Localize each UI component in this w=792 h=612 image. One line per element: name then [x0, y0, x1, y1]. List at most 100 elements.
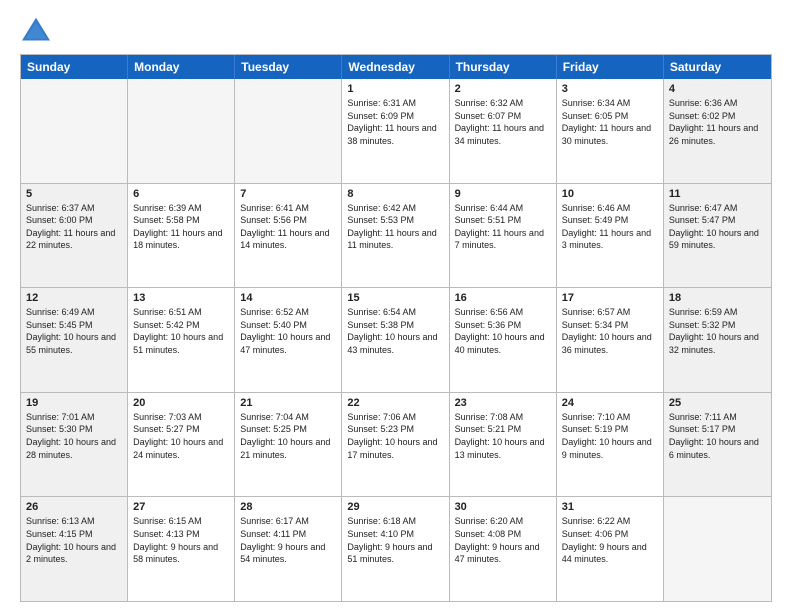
- day-number: 22: [347, 397, 443, 409]
- calendar-cell: 23 Sunrise: 7:08 AMSunset: 5:21 PMDayligh…: [450, 393, 557, 497]
- cell-info: Sunrise: 6:44 AMSunset: 5:51 PMDaylight:…: [455, 202, 551, 252]
- day-number: 18: [669, 292, 766, 304]
- cell-info: Sunrise: 6:13 AMSunset: 4:15 PMDaylight:…: [26, 515, 122, 565]
- calendar-cell: 13 Sunrise: 6:51 AMSunset: 5:42 PMDayligh…: [128, 288, 235, 392]
- day-header-wednesday: Wednesday: [342, 55, 449, 79]
- day-number: 3: [562, 83, 658, 95]
- calendar-cell: 16Sunrise: 6:56 AMSunset: 5:36 PMDayligh…: [450, 288, 557, 392]
- calendar-cell: 14Sunrise: 6:52 AMSunset: 5:40 PMDayligh…: [235, 288, 342, 392]
- day-number: 4: [669, 83, 766, 95]
- calendar-body: 1 Sunrise: 6:31 AMSunset: 6:09 PMDaylight…: [21, 79, 771, 602]
- calendar-cell: 30Sunrise: 6:20 AMSunset: 4:08 PMDayligh…: [450, 497, 557, 601]
- cell-info: Sunrise: 7:01 AMSunset: 5:30 PMDaylight:…: [26, 411, 122, 461]
- cell-info: Sunrise: 6:54 AMSunset: 5:38 PMDaylight:…: [347, 306, 443, 356]
- day-number: 5: [26, 188, 122, 200]
- cell-info: Sunrise: 6:37 AMSunset: 6:00 PMDaylight:…: [26, 202, 122, 252]
- day-header-monday: Monday: [128, 55, 235, 79]
- calendar-cell: 1 Sunrise: 6:31 AMSunset: 6:09 PMDaylight…: [342, 79, 449, 183]
- day-number: 20: [133, 397, 229, 409]
- day-number: 6: [133, 188, 229, 200]
- calendar-cell: 28 Sunrise: 6:17 AMSunset: 4:11 PMDayligh…: [235, 497, 342, 601]
- day-number: 28: [240, 501, 336, 513]
- day-number: 23: [455, 397, 551, 409]
- day-number: 9: [455, 188, 551, 200]
- calendar-cell: 24 Sunrise: 7:10 AMSunset: 5:19 PMDayligh…: [557, 393, 664, 497]
- cell-info: Sunrise: 6:56 AMSunset: 5:36 PMDaylight:…: [455, 306, 551, 356]
- calendar-cell: [235, 79, 342, 183]
- day-number: 1: [347, 83, 443, 95]
- calendar-cell: 25 Sunrise: 7:11 AMSunset: 5:17 PMDayligh…: [664, 393, 771, 497]
- cell-info: Sunrise: 7:04 AMSunset: 5:25 PMDaylight:…: [240, 411, 336, 461]
- calendar-row-2: 5 Sunrise: 6:37 AMSunset: 6:00 PMDaylight…: [21, 184, 771, 289]
- calendar-cell: 10 Sunrise: 6:46 AMSunset: 5:49 PMDayligh…: [557, 184, 664, 288]
- day-number: 17: [562, 292, 658, 304]
- page: SundayMondayTuesdayWednesdayThursdayFrid…: [0, 0, 792, 612]
- cell-info: Sunrise: 6:17 AMSunset: 4:11 PMDaylight:…: [240, 515, 336, 565]
- day-header-saturday: Saturday: [664, 55, 771, 79]
- cell-info: Sunrise: 6:15 AMSunset: 4:13 PMDaylight:…: [133, 515, 229, 565]
- cell-info: Sunrise: 6:39 AMSunset: 5:58 PMDaylight:…: [133, 202, 229, 252]
- calendar-cell: 12Sunrise: 6:49 AMSunset: 5:45 PMDayligh…: [21, 288, 128, 392]
- day-number: 21: [240, 397, 336, 409]
- calendar-cell: 8 Sunrise: 6:42 AMSunset: 5:53 PMDaylight…: [342, 184, 449, 288]
- cell-info: Sunrise: 6:59 AMSunset: 5:32 PMDaylight:…: [669, 306, 766, 356]
- cell-info: Sunrise: 6:42 AMSunset: 5:53 PMDaylight:…: [347, 202, 443, 252]
- cell-info: Sunrise: 6:57 AMSunset: 5:34 PMDaylight:…: [562, 306, 658, 356]
- calendar-cell: 9 Sunrise: 6:44 AMSunset: 5:51 PMDaylight…: [450, 184, 557, 288]
- cell-info: Sunrise: 6:31 AMSunset: 6:09 PMDaylight:…: [347, 97, 443, 147]
- cell-info: Sunrise: 7:08 AMSunset: 5:21 PMDaylight:…: [455, 411, 551, 461]
- calendar-cell: 3 Sunrise: 6:34 AMSunset: 6:05 PMDaylight…: [557, 79, 664, 183]
- calendar-cell: 20 Sunrise: 7:03 AMSunset: 5:27 PMDayligh…: [128, 393, 235, 497]
- calendar-cell: 6 Sunrise: 6:39 AMSunset: 5:58 PMDaylight…: [128, 184, 235, 288]
- day-number: 24: [562, 397, 658, 409]
- cell-info: Sunrise: 7:11 AMSunset: 5:17 PMDaylight:…: [669, 411, 766, 461]
- cell-info: Sunrise: 6:46 AMSunset: 5:49 PMDaylight:…: [562, 202, 658, 252]
- day-number: 7: [240, 188, 336, 200]
- calendar-cell: 19 Sunrise: 7:01 AMSunset: 5:30 PMDayligh…: [21, 393, 128, 497]
- day-number: 25: [669, 397, 766, 409]
- calendar-cell: 4Sunrise: 6:36 AMSunset: 6:02 PMDaylight…: [664, 79, 771, 183]
- calendar-cell: 11Sunrise: 6:47 AMSunset: 5:47 PMDayligh…: [664, 184, 771, 288]
- day-number: 30: [455, 501, 551, 513]
- cell-info: Sunrise: 7:10 AMSunset: 5:19 PMDaylight:…: [562, 411, 658, 461]
- calendar-cell: 21 Sunrise: 7:04 AMSunset: 5:25 PMDayligh…: [235, 393, 342, 497]
- calendar-cell: 17 Sunrise: 6:57 AMSunset: 5:34 PMDayligh…: [557, 288, 664, 392]
- calendar-header: SundayMondayTuesdayWednesdayThursdayFrid…: [21, 55, 771, 79]
- calendar-cell: 29Sunrise: 6:18 AMSunset: 4:10 PMDayligh…: [342, 497, 449, 601]
- calendar-cell: [128, 79, 235, 183]
- day-header-sunday: Sunday: [21, 55, 128, 79]
- day-number: 26: [26, 501, 122, 513]
- calendar-cell: 31 Sunrise: 6:22 AMSunset: 4:06 PMDayligh…: [557, 497, 664, 601]
- header: [20, 16, 772, 44]
- calendar-cell: 15 Sunrise: 6:54 AMSunset: 5:38 PMDayligh…: [342, 288, 449, 392]
- cell-info: Sunrise: 6:49 AMSunset: 5:45 PMDaylight:…: [26, 306, 122, 356]
- calendar-cell: 2 Sunrise: 6:32 AMSunset: 6:07 PMDaylight…: [450, 79, 557, 183]
- day-number: 14: [240, 292, 336, 304]
- logo: [20, 16, 56, 44]
- day-number: 15: [347, 292, 443, 304]
- day-header-thursday: Thursday: [450, 55, 557, 79]
- cell-info: Sunrise: 6:32 AMSunset: 6:07 PMDaylight:…: [455, 97, 551, 147]
- cell-info: Sunrise: 6:22 AMSunset: 4:06 PMDaylight:…: [562, 515, 658, 565]
- calendar-cell: [664, 497, 771, 601]
- day-number: 31: [562, 501, 658, 513]
- cell-info: Sunrise: 6:34 AMSunset: 6:05 PMDaylight:…: [562, 97, 658, 147]
- calendar-cell: [21, 79, 128, 183]
- day-number: 13: [133, 292, 229, 304]
- day-number: 10: [562, 188, 658, 200]
- cell-info: Sunrise: 6:51 AMSunset: 5:42 PMDaylight:…: [133, 306, 229, 356]
- day-header-friday: Friday: [557, 55, 664, 79]
- cell-info: Sunrise: 7:03 AMSunset: 5:27 PMDaylight:…: [133, 411, 229, 461]
- day-number: 11: [669, 188, 766, 200]
- day-number: 27: [133, 501, 229, 513]
- calendar-row-5: 26 Sunrise: 6:13 AMSunset: 4:15 PMDayligh…: [21, 497, 771, 602]
- calendar-row-4: 19 Sunrise: 7:01 AMSunset: 5:30 PMDayligh…: [21, 393, 771, 498]
- calendar-cell: 5 Sunrise: 6:37 AMSunset: 6:00 PMDaylight…: [21, 184, 128, 288]
- cell-info: Sunrise: 6:41 AMSunset: 5:56 PMDaylight:…: [240, 202, 336, 252]
- calendar-cell: 27 Sunrise: 6:15 AMSunset: 4:13 PMDayligh…: [128, 497, 235, 601]
- day-number: 19: [26, 397, 122, 409]
- calendar: SundayMondayTuesdayWednesdayThursdayFrid…: [20, 54, 772, 602]
- day-number: 2: [455, 83, 551, 95]
- day-number: 8: [347, 188, 443, 200]
- day-header-tuesday: Tuesday: [235, 55, 342, 79]
